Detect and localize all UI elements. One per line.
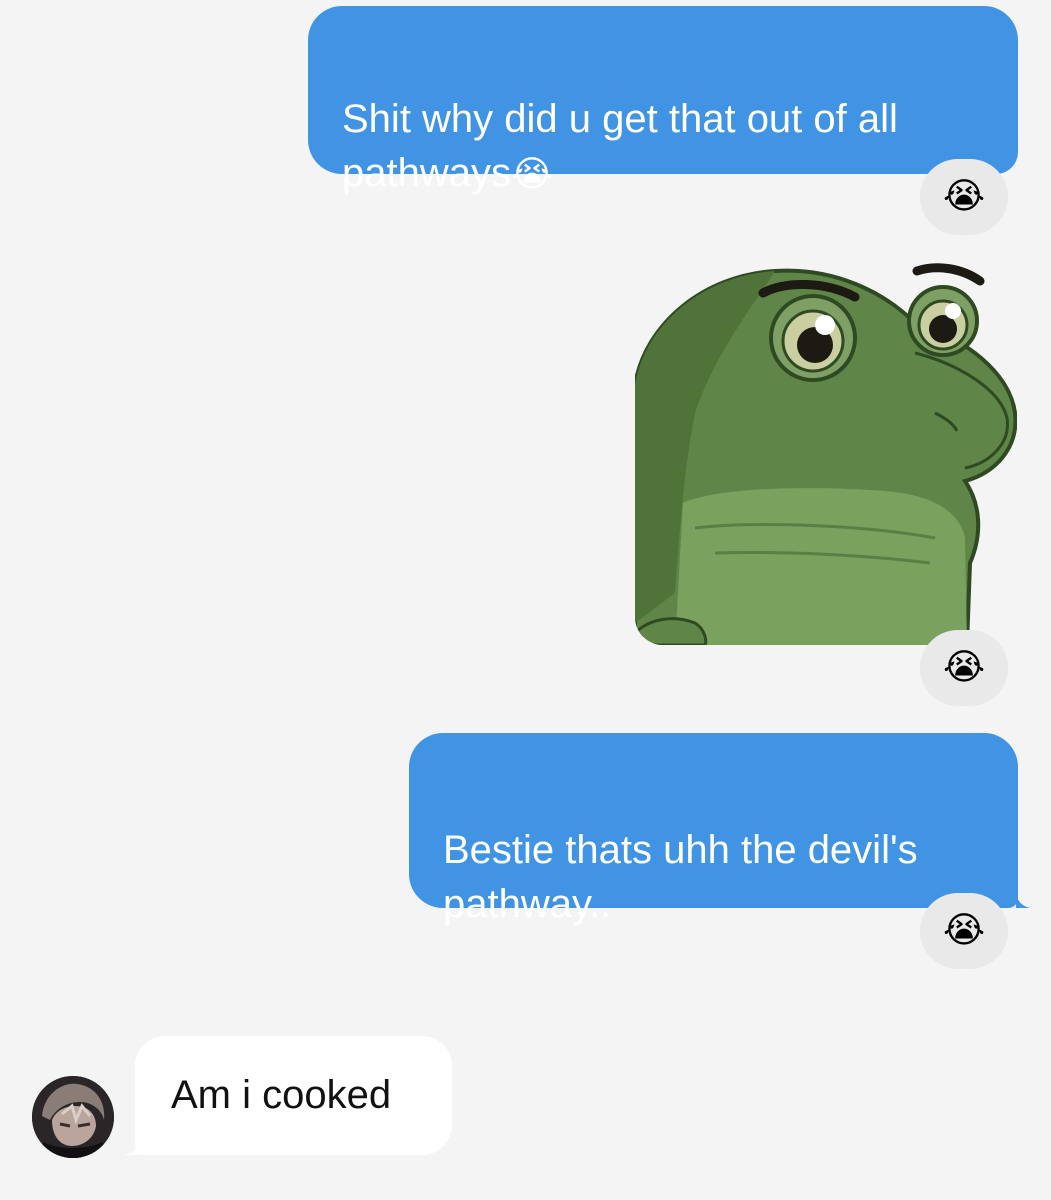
- message-reaction[interactable]: 😭: [920, 893, 1008, 969]
- crying-face-reaction-icon: 😭: [942, 647, 986, 688]
- chat-thread: Shit why did u get that out of all pathw…: [0, 0, 1051, 1200]
- sad-frog-sticker[interactable]: [635, 263, 1017, 645]
- outgoing-message-bubble[interactable]: Bestie thats uhh the devil's pathway..: [409, 733, 1018, 926]
- bubble-tail: [1016, 894, 1030, 908]
- incoming-message-bubble[interactable]: Am i cooked: [135, 1036, 452, 1155]
- message-reaction[interactable]: 😭: [920, 159, 1008, 235]
- message-text: Bestie thats uhh the devil's pathway..: [443, 828, 918, 926]
- crying-face-emoji: 😭: [510, 154, 554, 195]
- avatar-image: [32, 1076, 114, 1158]
- contact-avatar[interactable]: [32, 1076, 114, 1158]
- crying-face-reaction-icon: 😭: [942, 176, 986, 217]
- message-text: Am i cooked: [171, 1073, 392, 1117]
- frog-sticker-image: [635, 263, 1017, 645]
- crying-face-reaction-icon: 😭: [942, 910, 986, 951]
- outgoing-message-bubble[interactable]: Shit why did u get that out of all pathw…: [308, 6, 1018, 195]
- sticker-reaction[interactable]: 😭: [920, 630, 1008, 706]
- incoming-bubble-tail: [124, 1141, 140, 1155]
- message-text: Shit why did u get that out of all pathw…: [342, 97, 898, 195]
